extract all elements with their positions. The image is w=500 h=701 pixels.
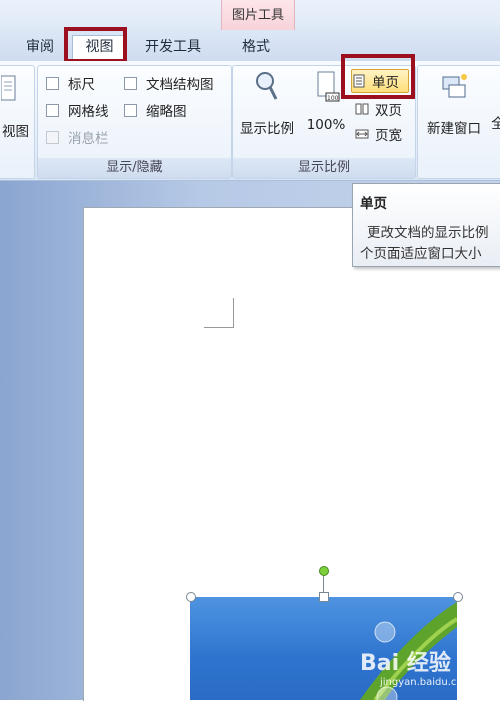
thumbnails-checkbox[interactable]: 缩略图 [124,100,187,120]
new-window-icon [442,74,467,98]
new-window-label: 新建窗口 [427,121,481,137]
ribbon-tabs: 审阅 视图 开发工具 格式 [0,30,500,62]
ruler-checkbox-box[interactable] [46,76,59,90]
one-page-icon [353,74,365,88]
ruler-checkbox[interactable]: 标尺 [46,73,95,93]
arrange-all-button[interactable]: 全 [488,112,500,132]
tab-view[interactable]: 视图 [72,35,127,60]
document-view-icon [0,75,15,101]
rotate-stem [323,575,324,593]
message-bar-label: 消息栏 [68,131,109,147]
one-page-label: 单页 [372,75,399,91]
gridlines-checkbox-box[interactable] [46,103,59,117]
picture-tools-context-tab: 图片工具 [221,0,295,30]
thumbnails-checkbox-box[interactable] [124,103,137,117]
gridlines-checkbox[interactable]: 网格线 [46,100,109,120]
arrange-all-label: 全 [491,116,500,132]
zoom-100-button[interactable]: 100 100% [303,69,349,133]
message-bar-checkbox-box [46,130,59,144]
document-view-button[interactable]: 视图 [0,70,34,140]
one-page-button[interactable]: 单页 [351,69,409,93]
watermark-logo: Bai 经验 [360,651,451,676]
two-pages-button[interactable]: 双页 [355,99,402,119]
rotate-handle[interactable] [319,566,329,576]
two-pages-icon [355,103,369,115]
window-group: 新建窗口 全 [417,65,500,179]
context-tab-label: 图片工具 [231,8,284,23]
ribbon: 视图 标尺 网格线 消息栏 文档结构图 缩略图 显示/隐藏 显示比例 100 1… [0,61,500,181]
gridlines-label: 网格线 [68,104,109,120]
resize-handle-top[interactable] [319,592,329,602]
resize-handle-top-left[interactable] [186,592,196,602]
tooltip-line-2: 个页面适应窗口大小 [360,246,482,262]
resize-handle-top-right[interactable] [453,592,463,602]
document-map-checkbox-box[interactable] [124,76,137,90]
page-width-label: 页宽 [375,128,402,144]
zoom-button[interactable]: 显示比例 [236,69,298,137]
page-width-button[interactable]: 页宽 [355,124,402,144]
tab-developer[interactable]: 开发工具 [135,36,211,60]
tab-review[interactable]: 审阅 [17,36,63,60]
page-crop-mark [204,298,234,328]
tooltip-line-1: 更改文档的显示比例 [367,225,489,241]
new-window-button[interactable]: 新建窗口 [421,69,487,137]
views-group: 视图 [0,65,35,179]
watermark-url: jingyan.baidu.com [380,677,473,688]
one-page-tooltip: 单页 更改文档的显示比例 个页面适应窗口大小 [352,183,500,267]
ruler-label: 标尺 [68,77,95,93]
thumbnails-label: 缩略图 [146,104,187,120]
zoom-label: 显示比例 [240,121,294,137]
magnifier-icon [256,72,278,100]
document-view-label: 视图 [2,124,29,140]
zoom-100-label: 100% [306,117,346,133]
show-hide-group-label: 显示/隐藏 [38,158,231,178]
svg-text:100: 100 [327,95,339,102]
message-bar-checkbox: 消息栏 [46,127,109,147]
show-hide-group: 标尺 网格线 消息栏 文档结构图 缩略图 显示/隐藏 [37,65,232,179]
zoom-group-label: 显示比例 [233,158,415,178]
zoom-100-icon: 100 [317,71,340,102]
tooltip-title: 单页 [360,196,387,212]
tab-format[interactable]: 格式 [226,36,286,60]
zoom-group: 显示比例 100 100% 单页 双页 页宽 显示比例 [232,65,416,179]
document-map-checkbox[interactable]: 文档结构图 [124,73,214,93]
two-pages-label: 双页 [375,103,402,119]
page-width-icon [355,129,369,139]
document-map-label: 文档结构图 [146,77,214,93]
